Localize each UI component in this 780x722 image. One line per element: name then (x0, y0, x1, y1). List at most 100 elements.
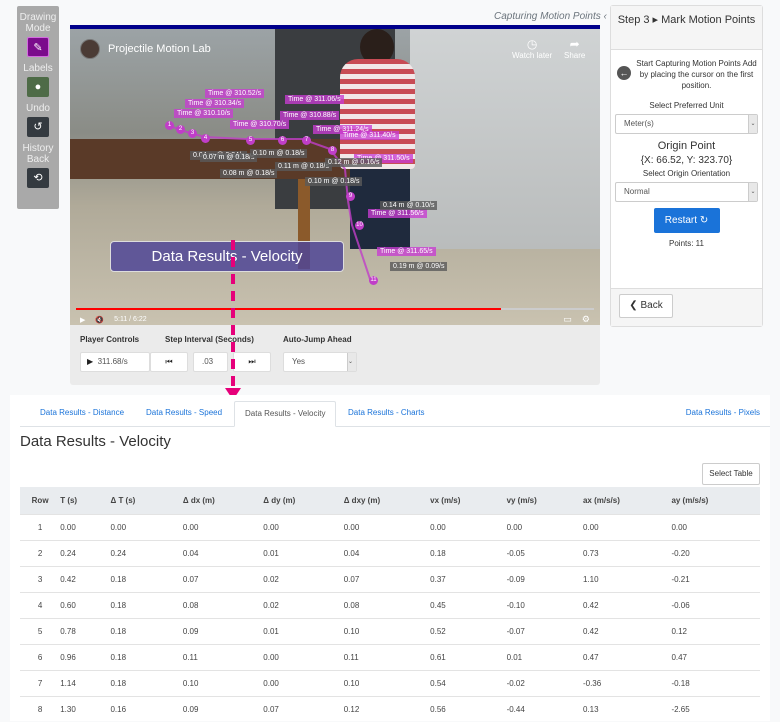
column-header: Δ dy (m) (263, 487, 344, 514)
history-back-button[interactable]: ⟲ (27, 168, 49, 188)
table-cell: 0.60 (60, 591, 111, 618)
history-back-label: History Back (22, 143, 54, 165)
orientation-select[interactable]: Normal ⌄ (615, 182, 758, 202)
table-cell: 0.61 (430, 643, 507, 670)
settings-gear-icon[interactable]: ⚙ (582, 314, 590, 325)
table-cell: 0.00 (343, 513, 431, 540)
table-cell: 0.01 (263, 539, 344, 566)
undo-button[interactable]: ↺ (27, 117, 49, 137)
unit-select[interactable]: Meter(s) ⌄ (615, 114, 758, 134)
video-progress-fill (76, 308, 501, 310)
motion-point[interactable]: 2 (176, 125, 185, 134)
labels-label: Labels (23, 63, 53, 74)
drawing-mode-button[interactable]: ✎ (27, 37, 49, 57)
table-cell: 0.00 (582, 513, 672, 540)
select-table-button[interactable]: Select Table (702, 463, 760, 485)
table-cell: 0.24 (110, 539, 183, 566)
table-cell: -0.10 (506, 591, 583, 618)
table-cell: -0.21 (671, 565, 760, 592)
tab-pixels[interactable]: Data Results - Pixels (676, 401, 770, 427)
drawing-toolbar: Drawing Mode ✎ Labels ● Undo ↺ History B… (17, 6, 59, 209)
motion-point[interactable]: 4 (201, 134, 210, 143)
table-cell: 0.47 (582, 643, 672, 670)
play-control[interactable]: ▶ 311.68/s (80, 352, 150, 372)
pointer-arrow-line (231, 240, 235, 392)
table-row: 3 0.42 0.18 0.07 0.02 0.07 0.37 -0.09 1.10 -0.21 (20, 565, 760, 592)
points-count: Points: 11 (669, 239, 704, 248)
origin-title: Origin Point (657, 140, 716, 152)
table-cell: 5 (20, 617, 61, 644)
table-cell: 0.16 (110, 695, 183, 722)
table-cell: 0.10 (343, 617, 431, 644)
table-cell: 0.07 (343, 565, 431, 592)
labels-toggle[interactable]: ● (27, 77, 49, 97)
capturing-caption[interactable]: Capturing Motion Points ‹ (494, 11, 607, 22)
player-panel: Player Controls Step Interval (Seconds) … (70, 325, 600, 385)
intro-text: Start Capturing Motion Points Add by pla… (636, 59, 757, 90)
captions-icon[interactable]: ▭ (563, 314, 572, 325)
tab-charts[interactable]: Data Results - Charts (338, 401, 434, 427)
video-progress-bar[interactable] (76, 308, 594, 310)
chevron-left-icon: ‹ (603, 11, 607, 22)
restart-button[interactable]: Restart ↻ (653, 208, 720, 233)
back-button[interactable]: ❮ Back (619, 294, 673, 318)
tab-distance[interactable]: Data Results - Distance (30, 401, 134, 427)
distance-label: 0.12 m @ 0.16/s (325, 158, 383, 167)
distance-label: 0.10 m @ 0.18/s (250, 149, 308, 158)
step-back-button[interactable]: ⏮ (150, 352, 188, 372)
step-interval-label: Step Interval (Seconds) (165, 335, 254, 344)
auto-jump-label: Auto-Jump Ahead (283, 335, 352, 344)
step-title: Step 3 ▸ Mark Motion Points (611, 6, 762, 50)
motion-point[interactable]: 9 (346, 192, 355, 201)
motion-point[interactable]: 5 (246, 136, 255, 145)
motion-point[interactable]: 11 (369, 276, 378, 285)
play-icon[interactable]: ▶ (80, 316, 85, 324)
arrow-left-circle-icon[interactable]: ← (617, 66, 631, 80)
time-label: Time @ 310.34/s (185, 99, 245, 108)
table-cell: 0.02 (263, 565, 344, 592)
step-forward-button[interactable]: ⏭ (233, 352, 271, 372)
table-cell: -2.65 (671, 695, 760, 722)
motion-point[interactable]: 7 (302, 136, 311, 145)
motion-point[interactable]: 6 (278, 136, 287, 145)
step-interval-input[interactable]: .03 (193, 352, 228, 372)
current-time: 311.68/s (97, 357, 128, 366)
table-cell: -0.06 (671, 591, 760, 618)
tab-velocity[interactable]: Data Results - Velocity (234, 401, 337, 427)
time-label: Time @ 311.65/s (377, 247, 436, 256)
table-cell: 0.09 (182, 695, 264, 722)
panel-footer: ❮ Back (611, 288, 762, 326)
chevron-down-icon: ⌄ (748, 183, 757, 201)
skip-back-icon: ⏮ (165, 357, 173, 366)
table-cell: 0.13 (582, 695, 672, 722)
time-label: Time @ 311.06/s (285, 95, 344, 104)
table-row: 4 0.60 0.18 0.08 0.02 0.08 0.45 -0.10 0.42 -0.06 (20, 591, 760, 618)
video-player[interactable]: Projectile Motion Lab ◷ Watch later ➦ Shar… (70, 25, 600, 325)
table-cell: 0.12 (671, 617, 760, 644)
table-cell: 1 (20, 513, 61, 540)
table-cell: 0.10 (343, 669, 431, 696)
play-icon[interactable]: ▶ (87, 357, 93, 366)
motion-point[interactable]: 10 (355, 221, 364, 230)
chevron-down-icon: ⌄ (748, 115, 757, 133)
results-tabs: Data Results - Distance Data Results - S… (20, 401, 770, 427)
video-controls: ▶ 🔇 5:11 / 6:22 ▭ ⚙ (80, 314, 590, 325)
table-cell: -0.07 (506, 617, 583, 644)
table-cell: 0.47 (671, 643, 760, 670)
auto-jump-select[interactable]: Yes ⌄ (283, 352, 357, 372)
mute-icon[interactable]: 🔇 (95, 316, 104, 324)
motion-point[interactable]: 8 (328, 146, 337, 155)
table-cell: 0.78 (60, 617, 111, 644)
motion-point[interactable]: 1 (165, 121, 174, 130)
table-cell: -0.18 (671, 669, 760, 696)
time-label: Time @ 310.70/s (230, 120, 290, 129)
tab-speed[interactable]: Data Results - Speed (136, 401, 232, 427)
table-cell: 0.52 (430, 617, 507, 644)
table-cell: 0.11 (182, 643, 264, 670)
unit-label: Select Preferred Unit (649, 101, 724, 110)
table-cell: 0.07 (182, 565, 264, 592)
table-cell: 0.07 (263, 695, 344, 722)
table-cell: 0.00 (671, 513, 760, 540)
pencil-icon: ✎ (33, 42, 43, 54)
motion-point[interactable]: 3 (188, 129, 197, 138)
